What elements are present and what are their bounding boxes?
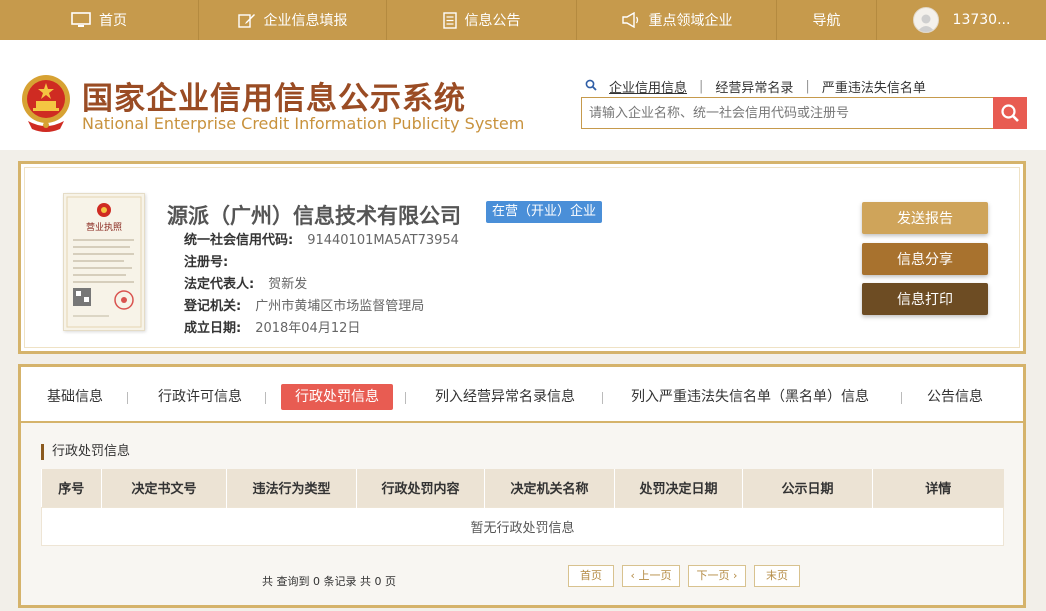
search-box <box>581 97 1027 129</box>
search-icon <box>1001 104 1019 122</box>
edit-icon <box>237 12 256 28</box>
monitor-icon <box>71 12 91 28</box>
search-tab-divider: | <box>805 79 810 94</box>
document-icon <box>442 11 457 29</box>
nav-user-menu[interactable]: 13730... <box>877 0 1046 40</box>
info-label: 法定代表人: <box>184 277 255 292</box>
tab-divider <box>405 392 406 404</box>
national-emblem-icon <box>20 73 72 133</box>
tab-divider <box>127 392 128 404</box>
system-subtitle: National Enterprise Credit Information P… <box>82 114 525 133</box>
search-type-tabs: 企业信用信息 | 经营异常名录 | 严重违法失信名单 <box>585 77 926 96</box>
avatar <box>912 7 939 33</box>
column-header: 公示日期 <box>742 469 873 507</box>
info-label: 注册号: <box>184 255 229 270</box>
nav-guide-label: 导航 <box>812 13 841 29</box>
info-value: 91440101MA5AT73954 <box>307 233 459 248</box>
info-label: 成立日期: <box>184 321 242 336</box>
info-row-reg-no: 注册号: <box>184 252 459 274</box>
user-phone: 13730... <box>952 12 1011 28</box>
last-page-button[interactable]: 末页 <box>754 565 800 587</box>
search-button[interactable] <box>993 97 1027 129</box>
info-label: 登记机关: <box>184 299 242 314</box>
nav-home[interactable]: 首页 <box>0 0 199 40</box>
tab-abnormal-list[interactable]: 列入经营异常名录信息 <box>435 384 575 410</box>
license-title: 营业执照 <box>86 221 122 233</box>
info-row-established: 成立日期: 2018年04月12日 <box>184 318 459 340</box>
tab-announcements[interactable]: 公告信息 <box>927 384 983 410</box>
pagination-summary: 共 查询到 0 条记录 共 0 页 <box>262 575 396 588</box>
status-badge: 在营（开业）企业 <box>486 201 603 223</box>
nav-enterprise-report-label: 企业信息填报 <box>263 13 348 29</box>
info-row-authority: 登记机关: 广州市黄埔区市场监督管理局 <box>184 296 459 318</box>
tab-divider <box>602 392 603 404</box>
info-row-credit-code: 统一社会信用代码: 91440101MA5AT73954 <box>184 230 459 252</box>
tab-basic-info[interactable]: 基础信息 <box>47 384 103 410</box>
nav-announcement[interactable]: 信息公告 <box>387 0 577 40</box>
company-card-inner: 营业执照 源派（广州）信息技术有限公司 在营（开业）企业 统一社会信用代码: 91… <box>24 167 1020 348</box>
column-header: 决定书文号 <box>101 469 227 507</box>
system-title: 国家企业信用信息公示系统 <box>82 81 466 117</box>
info-label: 统一社会信用代码: <box>184 233 294 248</box>
nav-announcement-label: 信息公告 <box>464 13 521 29</box>
column-header: 处罚决定日期 <box>614 469 743 507</box>
nav-key-field[interactable]: 重点领域企业 <box>577 0 777 40</box>
info-value: 贺新发 <box>268 277 308 292</box>
info-tabs: 基础信息 行政许可信息 行政处罚信息 列入经营异常名录信息 列入严重违法失信名单… <box>21 367 1023 423</box>
column-header: 序号 <box>41 469 102 507</box>
info-value: 2018年04月12日 <box>255 321 361 336</box>
search-tab-credit-info[interactable]: 企业信用信息 <box>609 77 687 96</box>
company-name: 源派（广州）信息技术有限公司 <box>167 204 461 228</box>
nav-enterprise-report[interactable]: 企业信息填报 <box>199 0 387 40</box>
column-header: 违法行为类型 <box>226 469 357 507</box>
search-tab-blacklist[interactable]: 严重违法失信名单 <box>822 77 926 96</box>
top-navigation: 首页 企业信息填报 信息公告 重点领域企业 导航 13730... <box>0 0 1046 40</box>
company-card: 营业执照 源派（广州）信息技术有限公司 在营（开业）企业 统一社会信用代码: 91… <box>18 161 1026 354</box>
prev-page-button[interactable]: ‹ 上一页 <box>622 565 680 587</box>
company-info-list: 统一社会信用代码: 91440101MA5AT73954 注册号: 法定代表人: 贺… <box>184 230 459 340</box>
tab-admin-penalty[interactable]: 行政处罚信息 <box>281 384 393 410</box>
tab-divider <box>265 392 266 404</box>
nav-guide[interactable]: 导航 <box>777 0 877 40</box>
info-row-legal-rep: 法定代表人: 贺新发 <box>184 274 459 296</box>
tab-blacklist[interactable]: 列入严重违法失信名单（黑名单）信息 <box>631 384 869 410</box>
send-report-button[interactable]: 发送报告 <box>862 202 988 234</box>
nav-key-field-label: 重点领域企业 <box>648 13 733 29</box>
table-header-row: 序号 决定书文号 违法行为类型 行政处罚内容 决定机关名称 处罚决定日期 公示日… <box>41 469 1004 507</box>
next-page-button[interactable]: 下一页 › <box>688 565 746 587</box>
megaphone-icon <box>621 12 641 28</box>
empty-message: 暂无行政处罚信息 <box>41 506 1004 546</box>
nav-home-label: 首页 <box>99 13 127 29</box>
tab-divider <box>901 392 902 404</box>
table-row: 暂无行政处罚信息 <box>41 506 1004 546</box>
info-value: 广州市黄埔区市场监督管理局 <box>255 299 425 314</box>
share-info-button[interactable]: 信息分享 <box>862 243 988 275</box>
search-icon <box>585 79 597 95</box>
tab-admin-license[interactable]: 行政许可信息 <box>158 384 242 410</box>
search-input[interactable] <box>582 98 993 128</box>
penalty-table: 序号 决定书文号 违法行为类型 行政处罚内容 决定机关名称 处罚决定日期 公示日… <box>41 469 1004 546</box>
column-header: 详情 <box>872 469 1004 507</box>
penalty-section: 行政处罚信息 序号 决定书文号 违法行为类型 行政处罚内容 决定机关名称 处罚决… <box>21 423 1023 605</box>
business-license-image[interactable]: 营业执照 <box>63 193 145 331</box>
section-title: 行政处罚信息 <box>41 444 130 460</box>
print-info-button[interactable]: 信息打印 <box>862 283 988 315</box>
search-tab-abnormal-list[interactable]: 经营异常名录 <box>715 77 793 96</box>
column-header: 决定机关名称 <box>484 469 615 507</box>
search-tab-divider: | <box>699 79 704 94</box>
first-page-button[interactable]: 首页 <box>568 565 614 587</box>
column-header: 行政处罚内容 <box>356 469 485 507</box>
detail-panel: 基础信息 行政许可信息 行政处罚信息 列入经营异常名录信息 列入严重违法失信名单… <box>18 364 1026 608</box>
